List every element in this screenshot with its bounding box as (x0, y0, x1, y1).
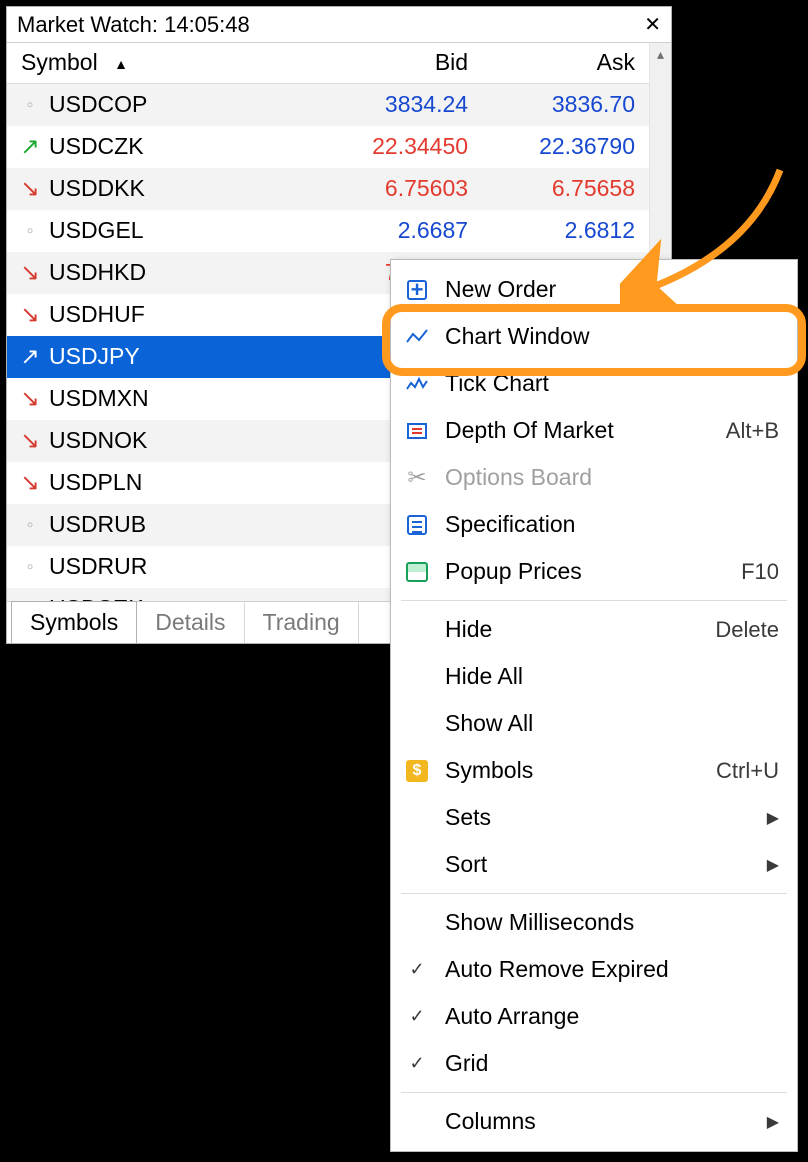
trend-icon: ↘ (21, 175, 39, 202)
symbol-cell: ◦ USDRUB (7, 504, 315, 546)
bid-cell: 22.34450 (315, 126, 482, 168)
bid-cell: 3834.24 (315, 83, 482, 126)
menu-sets[interactable]: Sets ▶ (391, 794, 797, 841)
trend-icon: ↘ (21, 427, 39, 454)
ask-cell: 2.6812 (482, 210, 649, 252)
chevron-right-icon: ▶ (767, 855, 779, 875)
symbol-cell: ↗ USDJPY (7, 336, 315, 378)
popup-icon (406, 562, 428, 582)
ask-cell: 6.75658 (482, 168, 649, 210)
symbol-name: USDDKK (49, 175, 145, 202)
menu-show-all[interactable]: Show All (391, 700, 797, 747)
symbol-name: USDJPY (49, 343, 140, 370)
ask-cell: 3836.70 (482, 83, 649, 126)
symbol-cell: ↘ USDHUF (7, 294, 315, 336)
trend-icon: ◦ (21, 95, 39, 115)
symbol-name: USDRUB (49, 511, 146, 538)
table-row[interactable]: ↘ USDDKK 6.756036.75658 (7, 168, 649, 210)
menu-separator (401, 1092, 787, 1093)
symbol-name: USDCZK (49, 133, 144, 160)
menu-auto-arrange[interactable]: ✓ Auto Arrange (391, 993, 797, 1040)
specification-icon (407, 515, 427, 535)
trend-icon: ↘ (21, 385, 39, 412)
col-symbol[interactable]: Symbol ▲ (7, 43, 315, 83)
menu-new-order[interactable]: + New Order (391, 266, 797, 313)
trend-icon: ↘ (21, 469, 39, 496)
scroll-up-icon[interactable]: ▴ (650, 43, 671, 65)
symbol-name: USDPLN (49, 469, 142, 496)
check-icon: ✓ (403, 959, 431, 980)
sort-asc-icon: ▲ (104, 56, 128, 72)
menu-separator (401, 600, 787, 601)
menu-separator (401, 893, 787, 894)
context-menu: + New Order Chart Window Tick Chart Dept… (390, 259, 798, 1152)
symbol-cell: ↘ USDHKD (7, 252, 315, 294)
trend-icon: ◦ (21, 221, 39, 241)
symbol-name: USDRUR (49, 553, 147, 580)
bid-cell: 6.75603 (315, 168, 482, 210)
menu-chart-window[interactable]: Chart Window (391, 313, 797, 360)
chevron-right-icon: ▶ (767, 808, 779, 828)
table-row[interactable]: ↗ USDCZK 22.3445022.36790 (7, 126, 649, 168)
symbol-cell: ↘ USDDKK (7, 168, 315, 210)
plus-icon: + (407, 280, 427, 300)
trend-icon: ◦ (21, 557, 39, 577)
trend-icon: ↗ (21, 343, 39, 370)
menu-grid[interactable]: ✓ Grid (391, 1040, 797, 1087)
titlebar[interactable]: Market Watch: 14:05:48 ✕ (7, 7, 671, 43)
tab-details[interactable]: Details (137, 602, 244, 643)
menu-symbols[interactable]: $ Symbols Ctrl+U (391, 747, 797, 794)
col-bid[interactable]: Bid (315, 43, 482, 83)
close-icon[interactable]: ✕ (644, 12, 661, 37)
tab-trading[interactable]: Trading (245, 602, 359, 643)
check-icon: ✓ (403, 1006, 431, 1027)
col-ask[interactable]: Ask (482, 43, 649, 83)
menu-tick-chart[interactable]: Tick Chart (391, 360, 797, 407)
table-row[interactable]: ◦ USDCOP 3834.243836.70 (7, 83, 649, 126)
chart-line-icon (405, 328, 429, 346)
symbol-name: USDCOP (49, 91, 147, 118)
symbol-cell: ↘USDSEK (7, 588, 315, 602)
bid-cell: 2.6687 (315, 210, 482, 252)
symbol-name: USDHKD (49, 259, 146, 286)
symbol-cell: ↘ USDNOK (7, 420, 315, 462)
symbol-name: USDGEL (49, 217, 144, 244)
symbol-cell: ↗ USDCZK (7, 126, 315, 168)
symbol-name: USDNOK (49, 427, 147, 454)
menu-auto-remove-expired[interactable]: ✓ Auto Remove Expired (391, 946, 797, 993)
menu-popup-prices[interactable]: Popup Prices F10 (391, 548, 797, 595)
menu-columns[interactable]: Columns ▶ (391, 1098, 797, 1145)
symbol-cell: ◦ USDGEL (7, 210, 315, 252)
menu-hide-all[interactable]: Hide All (391, 653, 797, 700)
symbol-name: USDHUF (49, 301, 145, 328)
symbol-name: USDMXN (49, 385, 149, 412)
check-icon: ✓ (403, 1053, 431, 1074)
trend-icon: ↗ (21, 133, 39, 160)
symbol-cell: ◦ USDCOP (7, 84, 315, 126)
menu-show-milliseconds[interactable]: Show Milliseconds (391, 899, 797, 946)
menu-hide[interactable]: Hide Delete (391, 606, 797, 653)
trend-icon: ◦ (21, 515, 39, 535)
chevron-right-icon: ▶ (767, 1112, 779, 1132)
tick-chart-icon (405, 375, 429, 393)
trend-icon: ↘ (21, 259, 39, 286)
dollar-icon: $ (406, 760, 428, 782)
symbol-cell: ↘ USDMXN (7, 378, 315, 420)
menu-sort[interactable]: Sort ▶ (391, 841, 797, 888)
ask-cell: 22.36790 (482, 126, 649, 168)
table-row[interactable]: ◦ USDGEL 2.66872.6812 (7, 210, 649, 252)
symbol-cell: ◦ USDRUR (7, 546, 315, 588)
symbol-cell: ↘ USDPLN (7, 462, 315, 504)
menu-specification[interactable]: Specification (391, 501, 797, 548)
trend-icon: ↘ (21, 301, 39, 328)
depth-icon (407, 423, 427, 439)
menu-options-board: ✂ Options Board (391, 454, 797, 501)
scissors-icon: ✂ (403, 464, 431, 491)
tab-symbols[interactable]: Symbols (11, 601, 137, 643)
window-title: Market Watch: 14:05:48 (17, 12, 644, 38)
menu-depth-of-market[interactable]: Depth Of Market Alt+B (391, 407, 797, 454)
